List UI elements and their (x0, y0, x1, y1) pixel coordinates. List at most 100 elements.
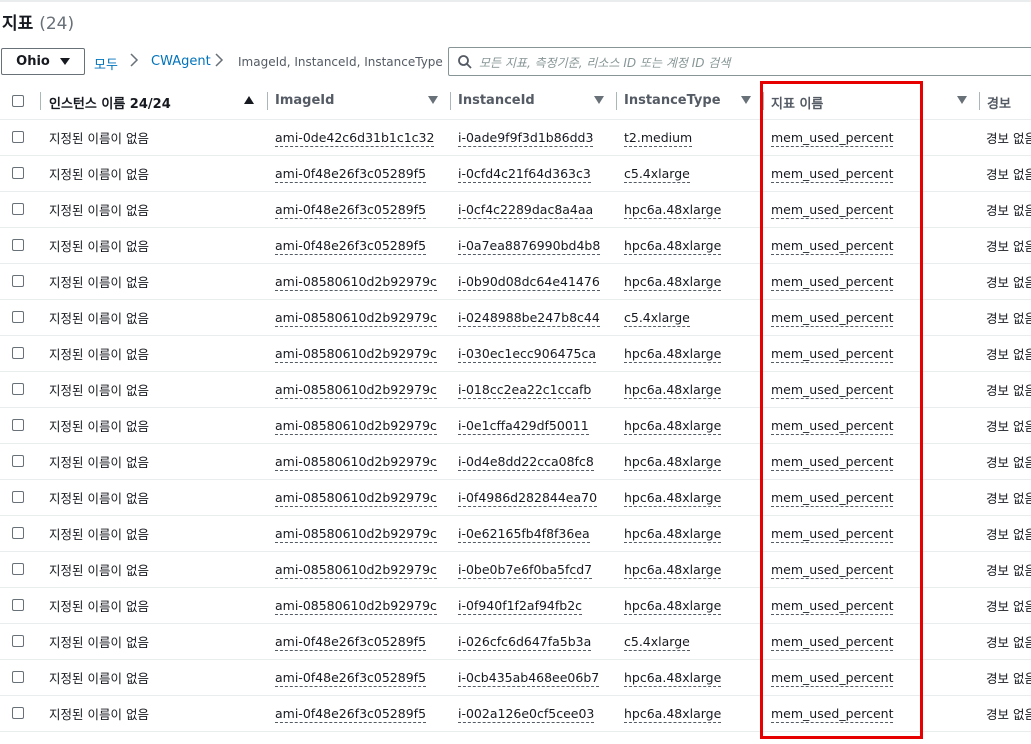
row-checkbox[interactable] (12, 490, 24, 503)
col-instance-name[interactable]: 인스턴스 이름 24/24 (0, 83, 267, 120)
row-checkbox[interactable] (12, 670, 24, 683)
row-image-id[interactable]: ami-08580610d2b92979c (275, 309, 437, 327)
row-image-id[interactable]: ami-0f48e26f3c05289f5 (275, 165, 427, 183)
row-image-id[interactable]: ami-08580610d2b92979c (275, 381, 437, 399)
region-selector[interactable]: Ohio (1, 48, 85, 75)
row-instance-type[interactable]: hpc6a.48xlarge (624, 453, 722, 471)
row-instance-type[interactable]: hpc6a.48xlarge (624, 705, 722, 723)
col-metric-name[interactable]: 지표 이름 (763, 83, 979, 120)
row-metric-name[interactable]: mem_used_percent (771, 525, 894, 543)
search-box[interactable] (448, 47, 1031, 76)
row-image-id[interactable]: ami-08580610d2b92979c (275, 345, 437, 363)
row-image-id[interactable]: ami-0f48e26f3c05289f5 (275, 237, 427, 255)
row-image-id[interactable]: ami-08580610d2b92979c (275, 273, 437, 291)
row-instance-type[interactable]: hpc6a.48xlarge (624, 237, 722, 255)
search-input[interactable] (477, 52, 1021, 73)
row-instance-id[interactable]: i-0cf4c2289dac8a4aa (458, 201, 594, 219)
row-image-id[interactable]: ami-0de42c6d31b1c1c32 (275, 129, 435, 147)
row-metric-name[interactable]: mem_used_percent (771, 201, 894, 219)
row-instance-id[interactable]: i-0ade9f9f3d1b86dd3 (458, 129, 594, 147)
row-instance-type[interactable]: hpc6a.48xlarge (624, 417, 722, 435)
row-metric-name[interactable]: mem_used_percent (771, 381, 894, 399)
col-alarms[interactable]: 경보 (979, 83, 1031, 120)
row-instance-id[interactable]: i-0e62165fb4f8f36ea (458, 525, 590, 543)
breadcrumb-all[interactable]: 모두 (94, 54, 118, 73)
row-checkbox[interactable] (12, 346, 24, 359)
sort-descending-icon[interactable] (741, 96, 751, 104)
row-checkbox[interactable] (12, 706, 24, 719)
row-instance-id[interactable]: i-0248988be247b8c44 (458, 309, 600, 327)
row-checkbox[interactable] (12, 562, 24, 575)
row-metric-name[interactable]: mem_used_percent (771, 129, 894, 147)
row-instance-type[interactable]: hpc6a.48xlarge (624, 273, 722, 291)
row-instance-type[interactable]: c5.4xlarge (624, 309, 690, 327)
row-metric-name[interactable]: mem_used_percent (771, 165, 894, 183)
sort-descending-icon[interactable] (428, 96, 438, 104)
row-instance-type[interactable]: t2.medium (624, 129, 693, 147)
row-instance-type[interactable]: hpc6a.48xlarge (624, 669, 722, 687)
row-instance-id[interactable]: i-0cfd4c21f64d363c3 (458, 165, 591, 183)
row-instance-id[interactable]: i-0cb435ab468ee06b7 (458, 669, 600, 687)
row-image-id[interactable]: ami-08580610d2b92979c (275, 453, 437, 471)
row-checkbox[interactable] (12, 310, 24, 323)
row-checkbox[interactable] (12, 598, 24, 611)
row-metric-name[interactable]: mem_used_percent (771, 597, 894, 615)
row-image-id[interactable]: ami-08580610d2b92979c (275, 561, 437, 579)
row-metric-name[interactable]: mem_used_percent (771, 345, 894, 363)
row-instance-id[interactable]: i-0f4986d282844ea70 (458, 489, 598, 507)
col-instance-type[interactable]: InstanceType (616, 83, 763, 120)
row-instance-type[interactable]: c5.4xlarge (624, 165, 690, 183)
row-checkbox[interactable] (12, 166, 24, 179)
row-image-id[interactable]: ami-08580610d2b92979c (275, 489, 437, 507)
row-checkbox[interactable] (12, 238, 24, 251)
row-image-id[interactable]: ami-0f48e26f3c05289f5 (275, 705, 427, 723)
row-metric-name[interactable]: mem_used_percent (771, 273, 894, 291)
row-instance-type[interactable]: hpc6a.48xlarge (624, 597, 722, 615)
row-instance-type[interactable]: hpc6a.48xlarge (624, 201, 722, 219)
row-instance-id[interactable]: i-0f940f1f2af94fb2c (458, 597, 583, 615)
row-metric-name[interactable]: mem_used_percent (771, 309, 894, 327)
row-instance-type[interactable]: hpc6a.48xlarge (624, 345, 722, 363)
row-checkbox[interactable] (12, 274, 24, 287)
row-instance-id[interactable]: i-018cc2ea22c1ccafb (458, 381, 592, 399)
row-instance-id[interactable]: i-026cfc6d647fa5b3a (458, 633, 592, 651)
row-metric-name[interactable]: mem_used_percent (771, 417, 894, 435)
row-image-id[interactable]: ami-08580610d2b92979c (275, 417, 437, 435)
row-metric-name[interactable]: mem_used_percent (771, 633, 894, 651)
row-image-id[interactable]: ami-0f48e26f3c05289f5 (275, 633, 427, 651)
row-checkbox[interactable] (12, 634, 24, 647)
row-metric-name[interactable]: mem_used_percent (771, 489, 894, 507)
row-metric-name[interactable]: mem_used_percent (771, 669, 894, 687)
row-instance-id[interactable]: i-030ec1ecc906475ca (458, 345, 597, 363)
row-image-id[interactable]: ami-0f48e26f3c05289f5 (275, 201, 427, 219)
row-checkbox[interactable] (12, 130, 24, 143)
row-image-id[interactable]: ami-08580610d2b92979c (275, 525, 437, 543)
row-image-id[interactable]: ami-08580610d2b92979c (275, 597, 437, 615)
row-checkbox[interactable] (12, 382, 24, 395)
row-instance-id[interactable]: i-0a7ea8876990bd4b8 (458, 237, 601, 255)
row-metric-name[interactable]: mem_used_percent (771, 237, 894, 255)
row-metric-name[interactable]: mem_used_percent (771, 705, 894, 723)
col-image-id[interactable]: ImageId (267, 83, 450, 120)
row-metric-name[interactable]: mem_used_percent (771, 453, 894, 471)
breadcrumb-namespace[interactable]: CWAgent (151, 54, 211, 69)
row-instance-type[interactable]: hpc6a.48xlarge (624, 525, 722, 543)
row-metric-name[interactable]: mem_used_percent (771, 561, 894, 579)
row-checkbox[interactable] (12, 454, 24, 467)
row-instance-type[interactable]: hpc6a.48xlarge (624, 561, 722, 579)
row-image-id[interactable]: ami-0f48e26f3c05289f5 (275, 669, 427, 687)
row-instance-id[interactable]: i-0b90d08dc64e41476 (458, 273, 600, 291)
sort-descending-icon[interactable] (957, 96, 967, 104)
row-instance-type[interactable]: hpc6a.48xlarge (624, 381, 722, 399)
row-checkbox[interactable] (12, 418, 24, 431)
sort-descending-icon[interactable] (594, 96, 604, 104)
select-all-checkbox[interactable] (12, 95, 24, 107)
row-instance-type[interactable]: c5.4xlarge (624, 633, 690, 651)
row-instance-id[interactable]: i-0d4e8dd22cca08fc8 (458, 453, 594, 471)
col-instance-id[interactable]: InstanceId (450, 83, 616, 120)
sort-ascending-icon[interactable] (244, 96, 254, 104)
row-instance-id[interactable]: i-0be0b7e6f0ba5fcd7 (458, 561, 593, 579)
row-checkbox[interactable] (12, 526, 24, 539)
row-checkbox[interactable] (12, 202, 24, 215)
row-instance-id[interactable]: i-0e1cffa429df50011 (458, 417, 589, 435)
